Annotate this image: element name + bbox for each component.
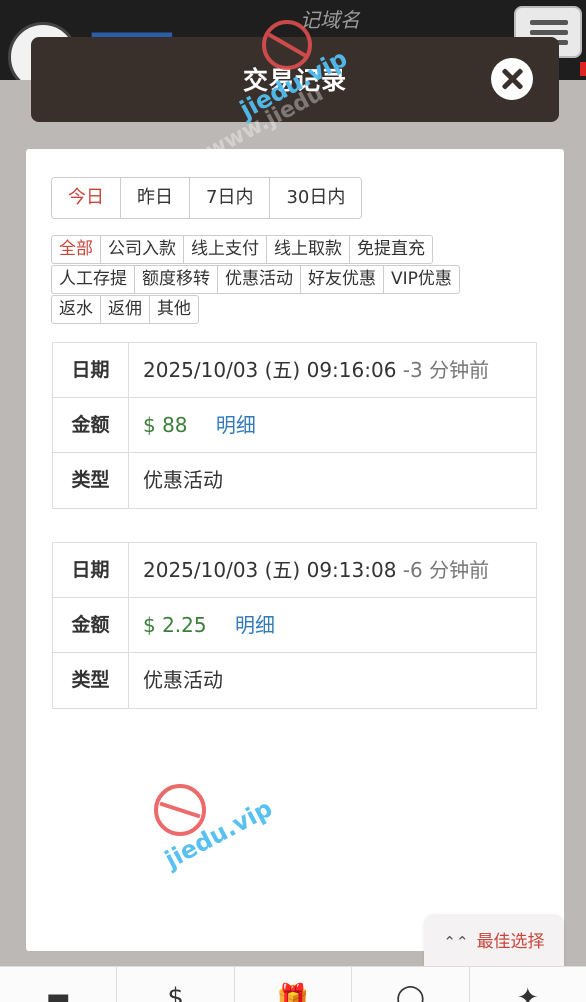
bottom-nav: ▬ $ 🎁 ◯ ✦ [0, 966, 586, 1002]
type-value: 优惠活动 [143, 668, 223, 692]
filter-transfer[interactable]: 额度移转 [134, 265, 218, 294]
dollar-icon: $ [167, 983, 184, 1002]
nav-item-gift[interactable]: 🎁 [235, 967, 353, 1002]
record-date-row: 日期 2025/10/03 (五) 09:16:06 -3 分钟前 [53, 343, 536, 398]
modal-header: 交易记录 [31, 37, 559, 122]
cash-icon: ▬ [45, 983, 71, 1002]
best-select-label: 最佳选择 [476, 932, 545, 952]
type-label: 类型 [53, 653, 129, 708]
filter-promotion[interactable]: 优惠活动 [217, 265, 301, 294]
transaction-record: 日期 2025/10/03 (五) 09:13:08 -6 分钟前 金额 $ 2… [52, 542, 537, 709]
filter-other[interactable]: 其他 [149, 295, 199, 324]
amount-value: $ 88 明细 [129, 398, 536, 452]
filter-direct-recharge[interactable]: 免提直充 [349, 235, 433, 264]
tab-30-days[interactable]: 30日内 [270, 178, 362, 218]
type-filter-row: 返水 返佣 其他 [51, 295, 531, 324]
nav-item-cash[interactable]: ▬ [0, 967, 118, 1002]
type-label: 类型 [53, 453, 129, 508]
nav-item-dollar[interactable]: $ [117, 967, 235, 1002]
amount-label: 金额 [53, 398, 129, 452]
transaction-record: 日期 2025/10/03 (五) 09:16:06 -3 分钟前 金额 $ 8… [52, 342, 537, 509]
type-value: 优惠活动 [143, 468, 223, 492]
date-text: 2025/10/03 (五) 09:16:06 [143, 358, 397, 382]
type-filter-row: 全部 公司入款 线上支付 线上取款 免提直充 [51, 235, 531, 264]
type-filter-row: 人工存提 额度移转 优惠活动 好友优惠 VIP优惠 [51, 265, 531, 294]
filter-friend-bonus[interactable]: 好友优惠 [300, 265, 384, 294]
modal-title: 交易记录 [242, 66, 347, 95]
date-range-tabs: 今日 昨日 7日内 30日内 [51, 177, 363, 219]
tab-yesterday[interactable]: 昨日 [121, 178, 190, 218]
detail-link[interactable]: 明细 [216, 413, 256, 437]
filter-all[interactable]: 全部 [51, 235, 101, 264]
date-value: 2025/10/03 (五) 09:16:06 -3 分钟前 [129, 343, 536, 397]
background-title: 记域名 [300, 8, 360, 32]
time-ago: -3 分钟前 [402, 358, 490, 382]
background-badge [580, 62, 586, 76]
filter-online-withdraw[interactable]: 线上取款 [266, 235, 350, 264]
best-select-button[interactable]: ⌃⌃ 最佳选择 [424, 916, 564, 968]
date-label: 日期 [53, 343, 129, 397]
filter-vip-bonus[interactable]: VIP优惠 [383, 265, 460, 294]
amount-text: $ 2.25 [143, 613, 207, 637]
date-value: 2025/10/03 (五) 09:13:08 -6 分钟前 [129, 543, 536, 597]
amount-value: $ 2.25 明细 [129, 598, 536, 652]
amount-label: 金额 [53, 598, 129, 652]
time-ago: -6 分钟前 [402, 558, 490, 582]
filter-rebate[interactable]: 返水 [51, 295, 101, 324]
detail-link[interactable]: 明细 [235, 613, 275, 637]
double-chevron-up-icon: ⌃⌃ [443, 933, 469, 951]
record-type-row: 类型 优惠活动 [53, 453, 536, 508]
type-filters: 全部 公司入款 线上支付 线上取款 免提直充 人工存提 额度移转 优惠活动 好友… [51, 235, 531, 325]
filter-manual[interactable]: 人工存提 [51, 265, 135, 294]
star-icon: ✦ [516, 983, 539, 1002]
filter-company-deposit[interactable]: 公司入款 [100, 235, 184, 264]
filter-commission[interactable]: 返佣 [100, 295, 150, 324]
tab-7-days[interactable]: 7日内 [190, 178, 271, 218]
date-text: 2025/10/03 (五) 09:13:08 [143, 558, 397, 582]
gift-icon: 🎁 [276, 983, 310, 1002]
filter-online-payment[interactable]: 线上支付 [183, 235, 267, 264]
nav-item-chat[interactable]: ◯ [352, 967, 470, 1002]
modal-body: 今日 昨日 7日内 30日内 全部 公司入款 线上支付 线上取款 免提直充 人工… [26, 149, 564, 951]
chat-icon: ◯ [395, 983, 425, 1002]
record-amount-row: 金额 $ 2.25 明细 [53, 598, 536, 653]
record-date-row: 日期 2025/10/03 (五) 09:13:08 -6 分钟前 [53, 543, 536, 598]
amount-text: $ 88 [143, 413, 188, 437]
date-label: 日期 [53, 543, 129, 597]
record-type-row: 类型 优惠活动 [53, 653, 536, 708]
close-button[interactable] [491, 58, 533, 100]
nav-item-star[interactable]: ✦ [470, 967, 586, 1002]
record-amount-row: 金额 $ 88 明细 [53, 398, 536, 453]
tab-today[interactable]: 今日 [52, 178, 121, 218]
